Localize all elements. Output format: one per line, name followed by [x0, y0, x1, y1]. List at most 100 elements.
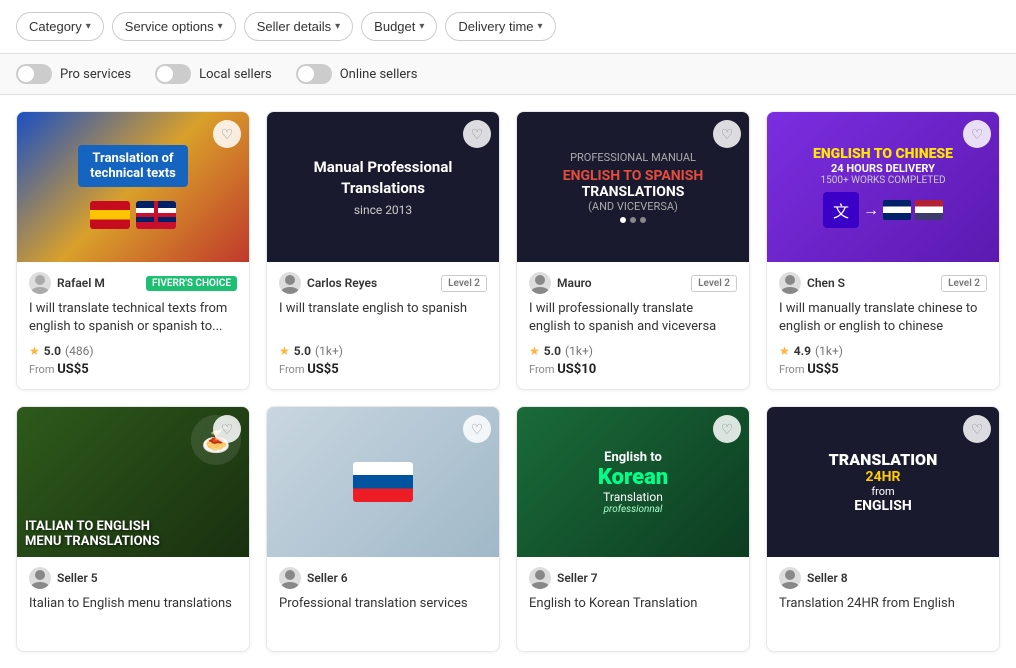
card-3-body: Mauro Level 2 I will professionally tran…	[517, 262, 749, 389]
card-6-body: Seller 6 Professional translation servic…	[267, 557, 499, 651]
dot-2	[630, 217, 636, 223]
gig-card-2[interactable]: Manual ProfessionalTranslations since 20…	[266, 111, 500, 390]
filter-category-label: Category	[29, 19, 82, 34]
card-3-dots	[620, 217, 646, 223]
card-2-image: Manual ProfessionalTranslations since 20…	[267, 112, 499, 262]
card-3-rating: ★ 5.0 (1k+)	[529, 344, 737, 358]
card-4-wishlist-btn[interactable]: ♡	[963, 120, 991, 148]
gig-grid: Translation oftechnical texts ♡	[0, 95, 1016, 668]
card-2-wishlist-btn[interactable]: ♡	[463, 120, 491, 148]
card-4-image: ENGLISH TO CHINESE 24 HOURS DELIVERY 150…	[767, 112, 999, 262]
filter-category-btn[interactable]: Category ▾	[16, 12, 104, 41]
filter-delivery-time-label: Delivery time	[458, 19, 533, 34]
card-4-img-title: ENGLISH TO CHINESE	[813, 146, 953, 162]
card-7-img-prof: professionnal	[604, 504, 663, 515]
filter-service-options-label: Service options	[125, 19, 214, 34]
card-8-seller-info: Seller 8	[779, 567, 987, 589]
card-4-body: Chen S Level 2 I will manually translate…	[767, 262, 999, 389]
toggle-online-sellers[interactable]: Online sellers	[296, 64, 418, 84]
card-3-img-label: PROFESSIONAL MANUAL	[570, 151, 696, 164]
card-2-img-sub: since 2013	[354, 203, 412, 217]
toggle-bar: Pro services Local sellers Online seller…	[0, 54, 1016, 95]
card-4-seller-name: Chen S	[807, 276, 845, 290]
card-4-score: 4.9	[794, 344, 811, 358]
gig-card-5[interactable]: ITALIAN TO ENGLISHMENU TRANSLATIONS 🍝 ♡ …	[16, 406, 250, 652]
gig-card-3[interactable]: PROFESSIONAL MANUAL ENGLISH TO SPANISH T…	[516, 111, 750, 390]
filter-seller-details-btn[interactable]: Seller details ▾	[244, 12, 353, 41]
card-1-seller-left: Rafael M	[29, 272, 105, 294]
card-3-seller-name: Mauro	[557, 276, 592, 290]
card-3-price: From US$10	[529, 362, 737, 377]
filter-seller-details-label: Seller details	[257, 19, 331, 34]
card-4-price: From US$5	[779, 362, 987, 377]
card-5-seller-name: Seller 5	[57, 571, 98, 585]
card-8-img-hr: 24HR	[866, 469, 901, 485]
card-2-price: From US$5	[279, 362, 487, 377]
dot-3	[640, 217, 646, 223]
card-1-seller-name: Rafael M	[57, 276, 105, 290]
card-2-body: Carlos Reyes Level 2 I will translate en…	[267, 262, 499, 389]
gig-card-8[interactable]: TRANSLATION 24HR from ENGLISH ♡ Seller 8…	[766, 406, 1000, 652]
card-1-price: From US$5	[29, 362, 237, 377]
filter-budget-label: Budget	[374, 19, 415, 34]
card-4-badge: Level 2	[941, 275, 987, 292]
local-sellers-switch[interactable]	[155, 64, 191, 84]
card-3-seller-left: Mauro	[529, 272, 592, 294]
toggle-local-sellers[interactable]: Local sellers	[155, 64, 272, 84]
card-2-seller-name: Carlos Reyes	[307, 276, 377, 290]
star-icon: ★	[29, 344, 40, 358]
card-3-wishlist-btn[interactable]: ♡	[713, 120, 741, 148]
gig-card-6[interactable]: ♡ Seller 6 Professional translation serv…	[266, 406, 500, 652]
card-7-image: English to Korean Translation profession…	[517, 407, 749, 557]
card-7-img-line3: Translation	[603, 490, 663, 504]
dot-1	[620, 217, 626, 223]
card-3-img-white: TRANSLATIONS	[582, 184, 685, 200]
filter-budget-btn[interactable]: Budget ▾	[361, 12, 437, 41]
card-5-body: Seller 5 Italian to English menu transla…	[17, 557, 249, 651]
card-2-title: I will translate english to spanish	[279, 300, 487, 336]
card-6-seller-name: Seller 6	[307, 571, 348, 585]
card-7-body: Seller 7 English to Korean Translation	[517, 557, 749, 651]
chevron-down-icon: ▾	[218, 21, 223, 32]
card-1-image: Translation oftechnical texts ♡	[17, 112, 249, 262]
pro-services-switch[interactable]	[16, 64, 52, 84]
chevron-down-icon: ▾	[86, 21, 91, 32]
card-7-title: English to Korean Translation	[529, 595, 737, 631]
card-6-seller-left: Seller 6	[279, 567, 348, 589]
gig-card-7[interactable]: English to Korean Translation profession…	[516, 406, 750, 652]
star-icon: ★	[279, 344, 290, 358]
card-1-avatar	[29, 272, 51, 294]
card-1-img-title: Translation oftechnical texts	[78, 145, 188, 187]
filter-delivery-time-btn[interactable]: Delivery time ▾	[445, 12, 555, 41]
card-2-seller-info: Carlos Reyes Level 2	[279, 272, 487, 294]
card-6-image: ♡	[267, 407, 499, 557]
card-5-image: ITALIAN TO ENGLISHMENU TRANSLATIONS 🍝 ♡	[17, 407, 249, 557]
chevron-down-icon: ▾	[335, 21, 340, 32]
gig-card-1[interactable]: Translation oftechnical texts ♡	[16, 111, 250, 390]
card-1-score: 5.0	[44, 344, 61, 358]
card-6-title: Professional translation services	[279, 595, 487, 631]
card-8-title: Translation 24HR from English	[779, 595, 987, 631]
card-1-count: (486)	[65, 344, 94, 358]
card-4-img-works: 1500+ WORKS COMPLETED	[820, 175, 945, 186]
gig-card-4[interactable]: ENGLISH TO CHINESE 24 HOURS DELIVERY 150…	[766, 111, 1000, 390]
card-3-img-sub: (AND VICEVERSA)	[588, 200, 678, 213]
card-3-img-red: ENGLISH TO SPANISH	[563, 168, 704, 184]
card-7-img-line2: Korean	[598, 465, 668, 490]
card-3-score: 5.0	[544, 344, 561, 358]
card-5-avatar	[29, 567, 51, 589]
card-1-title: I will translate technical texts from en…	[29, 300, 237, 336]
card-4-avatar	[779, 272, 801, 294]
pro-services-label: Pro services	[60, 67, 131, 82]
card-7-avatar	[529, 567, 551, 589]
card-3-badge: Level 2	[691, 275, 737, 292]
online-sellers-switch[interactable]	[296, 64, 332, 84]
toggle-pro-services[interactable]: Pro services	[16, 64, 131, 84]
star-icon: ★	[529, 344, 540, 358]
filter-service-options-btn[interactable]: Service options ▾	[112, 12, 236, 41]
card-7-img-line1: English to	[604, 450, 662, 465]
card-5-img-text: ITALIAN TO ENGLISHMENU TRANSLATIONS	[25, 519, 160, 549]
card-1-wishlist-btn[interactable]: ♡	[213, 120, 241, 148]
card-1-rating: ★ 5.0 (486)	[29, 344, 237, 358]
card-4-seller-info: Chen S Level 2	[779, 272, 987, 294]
